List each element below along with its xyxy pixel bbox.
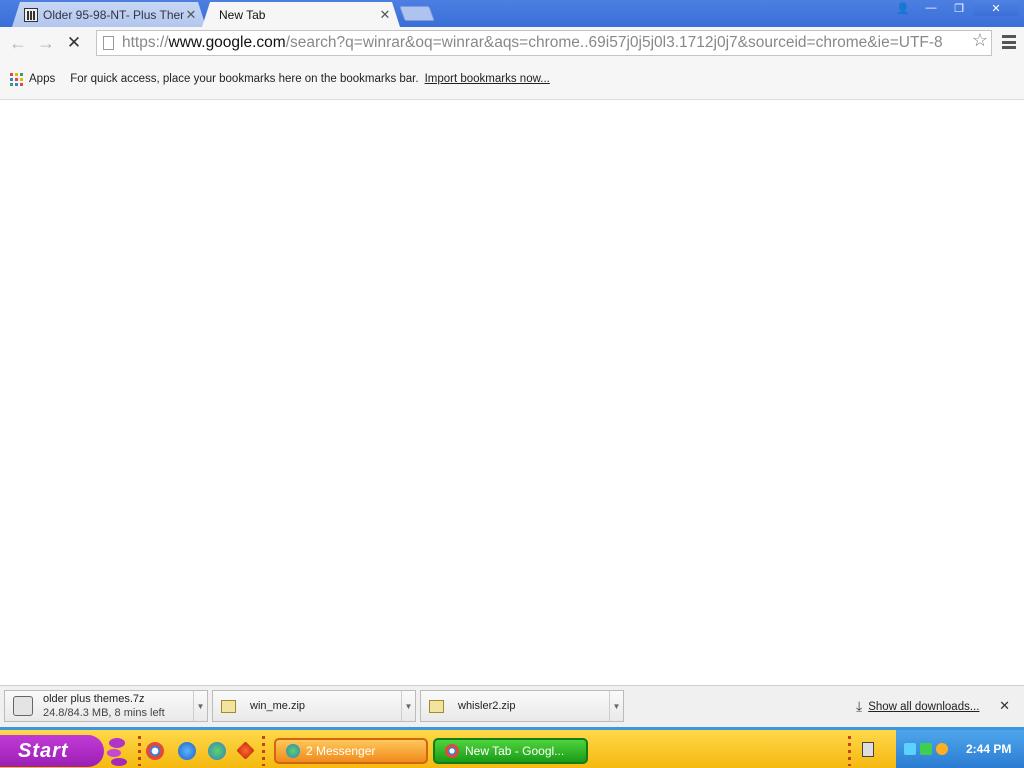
url-scheme: https:// [122, 34, 169, 51]
tab-older-themes[interactable]: Older 95-98-NT- Plus Themes ✕ [12, 2, 206, 27]
chevron-down-icon[interactable]: ▼ [609, 691, 623, 721]
taskbar-item-label: New Tab - Googl... [465, 744, 565, 758]
archive-file-icon [13, 696, 33, 716]
download-filename: whisler2.zip [458, 700, 516, 712]
start-button[interactable]: Start [0, 735, 104, 767]
taskbar-separator [262, 736, 265, 766]
menu-icon[interactable] [1002, 35, 1016, 49]
zip-folder-icon [429, 699, 444, 713]
close-icon[interactable]: ✕ [999, 698, 1010, 714]
download-item-open[interactable]: older plus themes.7z 24.8/84.3 MB, 8 min… [5, 691, 193, 721]
taskbar-separator [138, 736, 141, 766]
messenger-icon[interactable] [208, 742, 226, 760]
app-shortcut-icon[interactable] [236, 741, 255, 760]
taskbar-separator [848, 736, 851, 766]
zip-folder-icon [221, 699, 236, 713]
taskbar-item-label: 2 Messenger [306, 744, 376, 758]
chevron-down-icon[interactable]: ▼ [401, 691, 415, 721]
messenger-tray-icon[interactable] [920, 743, 932, 755]
tab-title: New Tab [219, 7, 266, 22]
url-path: /search?q=winrar&oq=winrar&aqs=chrome..6… [285, 34, 943, 51]
download-item-open[interactable]: win_me.zip [213, 691, 401, 721]
search-icon[interactable] [936, 743, 948, 755]
chevron-down-icon[interactable]: ▼ [193, 691, 207, 721]
download-shelf: older plus themes.7z 24.8/84.3 MB, 8 min… [0, 685, 1024, 727]
bookmarks-bar: Apps For quick access, place your bookma… [0, 59, 1024, 100]
restore-button[interactable]: ❐ [946, 0, 972, 16]
close-window-button[interactable]: ✕ [974, 0, 1018, 16]
download-item[interactable]: older plus themes.7z 24.8/84.3 MB, 8 min… [4, 690, 208, 722]
clock: 2:44 PM [966, 742, 1012, 756]
download-item[interactable]: win_me.zip ▼ [212, 690, 416, 722]
bookmark-star-icon[interactable]: ☆ [972, 30, 988, 51]
museum-icon [24, 8, 38, 22]
back-button[interactable]: ← [4, 29, 32, 57]
close-icon[interactable]: ✕ [378, 8, 392, 22]
bookmarks-hint: For quick access, place your bookmarks h… [70, 73, 419, 85]
tab-strip: Older 95-98-NT- Plus Themes ✕ New Tab ✕ … [0, 0, 1024, 27]
page-content [0, 100, 1024, 685]
import-bookmarks-link[interactable]: Import bookmarks now... [425, 73, 550, 85]
minimize-button[interactable]: — [918, 0, 944, 16]
toolbar: ← → ✕ https:// www.google.com /search?q=… [0, 27, 1024, 59]
taskbar-item-messenger[interactable]: 2 Messenger [274, 738, 428, 764]
chrome-icon [445, 744, 459, 758]
internet-explorer-icon[interactable] [178, 742, 196, 760]
download-status: 24.8/84.3 MB, 8 mins left [43, 707, 165, 719]
new-tab-button[interactable] [399, 6, 435, 21]
taskbar: Start 2 Messenger New Tab - Googl... 2:4… [0, 727, 1024, 768]
download-item-open[interactable]: whisler2.zip [421, 691, 609, 721]
show-all-downloads-link[interactable]: Show all downloads... [868, 701, 979, 713]
url-host: www.google.com [168, 34, 286, 51]
taskbar-item-chrome[interactable]: New Tab - Googl... [433, 738, 588, 764]
stop-button[interactable]: ✕ [60, 29, 88, 57]
screen: Older 95-98-NT- Plus Themes ✕ New Tab ✕ … [0, 0, 1024, 768]
tab-new-tab[interactable]: New Tab ✕ [202, 2, 400, 27]
network-icon[interactable] [904, 743, 916, 755]
download-arrow-icon: ⤓ [856, 698, 863, 714]
show-all-downloads[interactable]: ⤓ Show all downloads... [856, 698, 979, 715]
download-item[interactable]: whisler2.zip ▼ [420, 690, 624, 722]
download-filename: win_me.zip [250, 700, 306, 712]
close-icon[interactable]: ✕ [184, 8, 198, 22]
apps-grid-icon[interactable] [10, 72, 23, 86]
messenger-icon [286, 744, 300, 758]
user-icon[interactable]: 👤 [890, 0, 916, 16]
window-controls: 👤 — ❐ ✕ [890, 0, 1018, 16]
chrome-icon[interactable] [146, 742, 164, 760]
apps-button[interactable]: Apps [29, 73, 55, 85]
tab-title: Older 95-98-NT- Plus Themes [43, 7, 181, 22]
forward-button[interactable]: → [32, 29, 60, 57]
keyboard-icon[interactable] [862, 742, 874, 757]
address-bar[interactable]: https:// www.google.com /search?q=winrar… [96, 30, 992, 56]
system-tray: 2:44 PM [896, 730, 1024, 768]
bubbles-decoration-icon [107, 738, 127, 766]
page-icon [103, 36, 114, 50]
download-filename: older plus themes.7z [43, 693, 145, 705]
